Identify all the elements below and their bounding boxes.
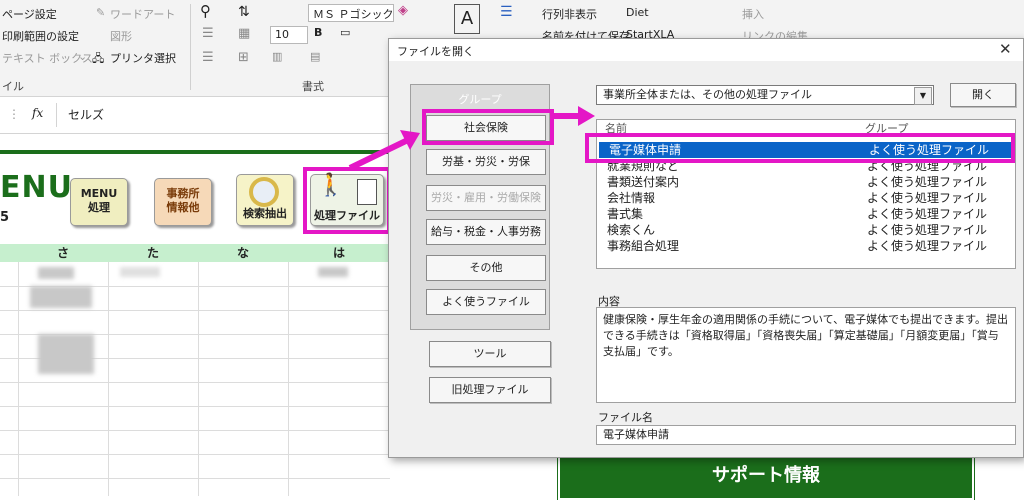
arrow-to-file-list <box>553 106 595 126</box>
annotation-arrows <box>348 106 595 171</box>
arrow-to-group-button <box>348 130 420 171</box>
